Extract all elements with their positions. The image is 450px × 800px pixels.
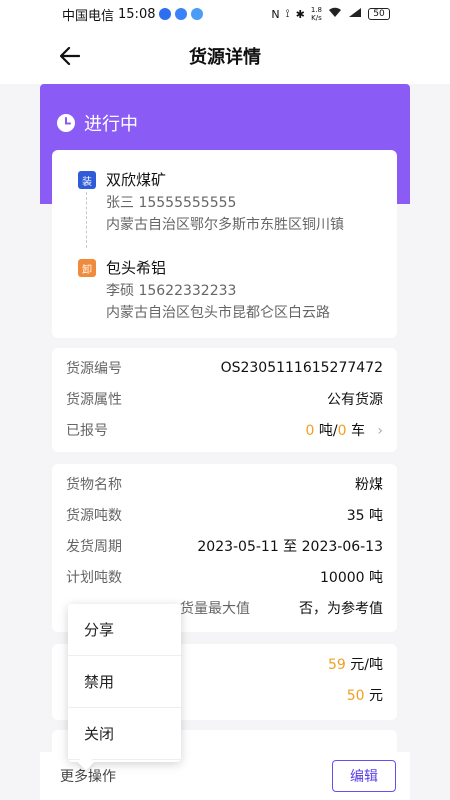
load-stop: 装 双欣煤矿 张三 15555555555 内蒙古自治区鄂尔多斯市东胜区铜川镇 — [78, 170, 371, 248]
total-price-number: 50 — [346, 687, 365, 704]
unload-contact[interactable]: 李硕 15622332233 — [106, 280, 371, 302]
route-connector — [86, 192, 87, 248]
chevron-right-icon: › — [377, 422, 383, 439]
status-bar: 中国电信 15:08 N ⟟ ✱ 1.8 K/s 50 — [0, 0, 450, 28]
clock-icon — [57, 114, 75, 132]
goods-name-row: 货物名称 粉煤 — [66, 468, 383, 499]
source-number-row: 货源编号 OS2305111615277472 — [66, 352, 383, 383]
clock: 15:08 — [118, 6, 156, 22]
goods-name-value: 粉煤 — [355, 476, 383, 493]
carrier-info: 中国电信 15:08 — [62, 5, 204, 24]
ship-period-label: 发货周期 — [66, 538, 122, 555]
carrier-name: 中国电信 — [62, 8, 115, 24]
load-address: 内蒙古自治区鄂尔多斯市东胜区铜川镇 — [106, 217, 344, 233]
reported-row[interactable]: 已报号 0 吨/0 车 › — [66, 414, 383, 445]
ship-period-value: 2023-05-11 至 2023-06-13 — [197, 538, 383, 555]
unload-name: 包头希铝 — [106, 259, 167, 277]
plan-tons-label: 计划吨数 — [66, 569, 122, 586]
load-name: 双欣煤矿 — [106, 171, 167, 189]
system-icons: N ⟟ ✱ 1.8 K/s 50 — [271, 6, 390, 22]
app-notification-icon — [175, 8, 188, 20]
unload-address: 内蒙古自治区包头市昆都仑区白云路 — [106, 305, 330, 321]
more-actions-menu: 分享 禁用 关闭 — [68, 604, 181, 771]
wifi-icon — [328, 7, 342, 21]
source-number-value: OS2305111615277472 — [220, 359, 383, 376]
edit-button[interactable]: 编辑 — [332, 760, 396, 792]
arrow-left-icon — [60, 47, 80, 65]
more-actions-button[interactable]: 更多操作 — [60, 766, 116, 786]
plan-tons-value: 10000 吨 — [320, 569, 383, 586]
page-title: 货源详情 — [189, 47, 261, 68]
load-tag: 装 — [78, 171, 96, 189]
load-contact[interactable]: 张三 15555555555 — [106, 192, 371, 214]
max-volume-value: 否，为参考值 — [299, 600, 383, 617]
reported-tons-unit: 吨 — [318, 422, 333, 439]
unit-price-unit: 元/吨 — [350, 656, 383, 673]
menu-item-disable[interactable]: 禁用 — [68, 656, 181, 708]
total-price-unit: 元 — [369, 687, 383, 704]
plan-tons-row: 计划吨数 10000 吨 — [66, 561, 383, 592]
total-price-value: 50 元 — [347, 685, 383, 705]
route-card: 装 双欣煤矿 张三 15555555555 内蒙古自治区鄂尔多斯市东胜区铜川镇 … — [52, 150, 397, 338]
menu-item-close[interactable]: 关闭 — [68, 708, 181, 760]
reported-value: 0 吨/0 车 › — [305, 420, 383, 440]
app-notification-icon — [191, 8, 204, 20]
source-attr-label: 货源属性 — [66, 391, 122, 408]
unit-price-number: 59 — [328, 656, 346, 673]
status-row: 进行中 — [56, 110, 138, 136]
goods-tons-value: 35 吨 — [346, 507, 383, 524]
reported-tons: 0 — [305, 422, 315, 439]
goods-name-label: 货物名称 — [66, 476, 122, 493]
source-attr-value: 公有货源 — [327, 391, 383, 408]
signal-icon — [348, 7, 362, 21]
network-speed: 1.8 K/s — [310, 6, 322, 22]
nfc-icon: N — [271, 7, 280, 21]
reported-cars: 0 — [337, 422, 347, 439]
battery-icon: 50 — [368, 8, 390, 20]
ship-period-row: 发货周期 2023-05-11 至 2023-06-13 — [66, 530, 383, 561]
back-button[interactable] — [56, 42, 84, 70]
reported-label: 已报号 — [66, 422, 108, 439]
goods-tons-row: 货源吨数 35 吨 — [66, 499, 383, 530]
unload-tag: 卸 — [78, 259, 96, 277]
nav-bar: 货源详情 — [0, 28, 450, 84]
unload-stop: 卸 包头希铝 李硕 15622332233 内蒙古自治区包头市昆都仑区白云路 — [78, 258, 371, 324]
source-info-card: 货源编号 OS2305111615277472 货源属性 公有货源 已报号 0 … — [52, 348, 397, 452]
vibrate-icon: ⟟ — [285, 7, 290, 20]
bluetooth-icon: ✱ — [295, 7, 305, 21]
menu-item-share[interactable]: 分享 — [68, 604, 181, 656]
reported-cars-unit: 车 — [350, 422, 365, 439]
unit-price-value: 59 元/吨 — [328, 654, 383, 674]
app-notification-icon — [159, 8, 172, 20]
status-label: 进行中 — [84, 114, 138, 135]
goods-tons-label: 货源吨数 — [66, 507, 122, 524]
source-number-label: 货源编号 — [66, 360, 122, 377]
source-attr-row: 货源属性 公有货源 — [66, 383, 383, 414]
